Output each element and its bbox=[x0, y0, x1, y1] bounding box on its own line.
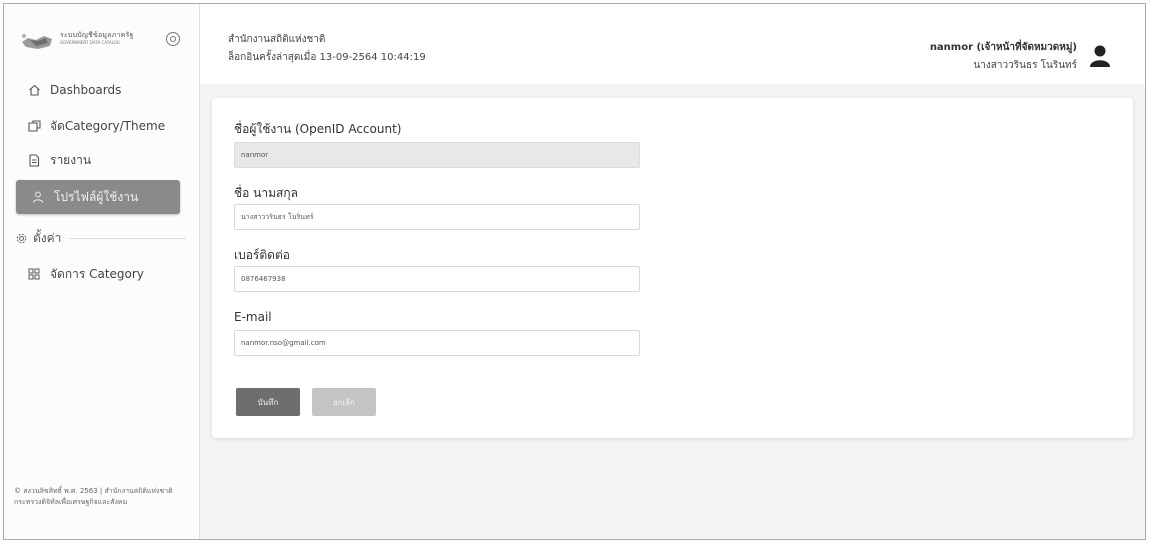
sidebar-item-label: Dashboards bbox=[50, 83, 122, 97]
grid-icon bbox=[26, 267, 42, 281]
user-info[interactable]: nanmor (เจ้าหน้าที่จัดหมวดหมู่) นางสาววร… bbox=[930, 40, 1077, 73]
settings-section-header: ตั้งค่า bbox=[16, 228, 186, 248]
sidebar-item-label: จัดการ Category bbox=[50, 266, 144, 281]
brand[interactable]: ระบบบัญชีข้อมูลภาครัฐ GOVERNMENT DATA CA… bbox=[18, 26, 188, 54]
brand-subtitle: GOVERNMENT DATA CATALOG bbox=[60, 40, 120, 45]
org-name: สำนักงานสถิติแห่งชาติ bbox=[228, 34, 326, 45]
phone-label: เบอร์ติดต่อ bbox=[234, 248, 290, 262]
last-login-text: ล็อกอินครั้งล่าสุดเมื่อ 13-09-2564 10:44… bbox=[228, 52, 426, 63]
document-icon bbox=[26, 153, 42, 167]
email-label: E-mail bbox=[234, 310, 272, 324]
fullname-field[interactable] bbox=[234, 204, 640, 230]
openid-field[interactable] bbox=[234, 142, 640, 168]
gear-icon bbox=[16, 233, 27, 244]
user-fullname: นางสาววรินธร โนรินทร์ bbox=[973, 60, 1077, 71]
email-field[interactable] bbox=[234, 330, 640, 356]
sidebar-item-reports[interactable]: รายงาน bbox=[16, 146, 180, 174]
user-icon bbox=[30, 190, 46, 204]
sidebar-item-label: โปรไฟล์ผู้ใช้งาน bbox=[54, 189, 139, 204]
sidebar-item-profile[interactable]: โปรไฟล์ผู้ใช้งาน bbox=[16, 180, 180, 214]
sidebar-item-label: รายงาน bbox=[50, 152, 92, 167]
top-header: สำนักงานสถิติแห่งชาติ ล็อกอินครั้งล่าสุด… bbox=[200, 4, 1145, 84]
sidebar-item-label: จัดCategory/Theme bbox=[50, 118, 166, 133]
section-label: ตั้งค่า bbox=[33, 230, 62, 245]
avatar-icon[interactable] bbox=[1089, 44, 1111, 68]
profile-form-card: ชื่อผู้ใช้งาน (OpenID Account) ชื่อ นามส… bbox=[212, 98, 1133, 438]
phone-field[interactable] bbox=[234, 266, 640, 292]
save-button[interactable]: บันทึก bbox=[236, 388, 300, 416]
home-icon bbox=[26, 83, 42, 97]
sidebar-item-category-theme[interactable]: จัดCategory/Theme bbox=[16, 112, 180, 140]
sidebar-item-manage-category[interactable]: จัดการ Category bbox=[16, 260, 180, 288]
copyright-footer: © สงวนลิขสิทธิ์ พ.ศ. 2563 | สำนักงานสถิต… bbox=[14, 487, 173, 506]
cancel-button[interactable]: ยกเลิก bbox=[312, 388, 376, 416]
settings-icon[interactable] bbox=[166, 32, 180, 46]
openid-label: ชื่อผู้ใช้งาน (OpenID Account) bbox=[234, 122, 402, 136]
fullname-label: ชื่อ นามสกุล bbox=[234, 186, 298, 200]
sidebar-item-dashboards[interactable]: Dashboards bbox=[16, 76, 180, 104]
user-id: nanmor (เจ้าหน้าที่จัดหมวดหมู่) bbox=[929, 42, 1077, 53]
section-divider bbox=[69, 237, 186, 239]
folder-icon bbox=[26, 119, 42, 133]
logo-icon bbox=[22, 34, 52, 49]
app-window: ระบบบัญชีข้อมูลภาครัฐ GOVERNMENT DATA CA… bbox=[3, 3, 1146, 540]
sidebar: ระบบบัญชีข้อมูลภาครัฐ GOVERNMENT DATA CA… bbox=[4, 4, 200, 539]
